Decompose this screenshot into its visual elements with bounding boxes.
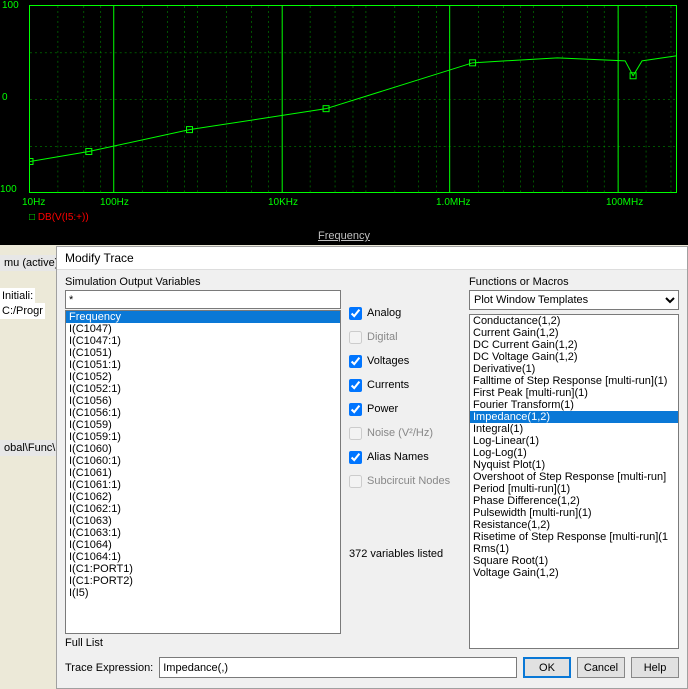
x-tick-100hz: 100Hz <box>100 197 129 208</box>
legend-marker-icon: □ <box>29 212 38 223</box>
filter-check-currents[interactable]: Currents <box>349 378 461 392</box>
function-item[interactable]: Resistance(1,2) <box>470 519 678 531</box>
filter-check-alias-names[interactable]: Alias Names <box>349 450 461 464</box>
ok-button[interactable]: OK <box>523 657 571 678</box>
checkbox[interactable] <box>349 355 362 368</box>
variable-item[interactable]: I(C1059) <box>66 419 340 431</box>
function-item[interactable]: Period [multi-run](1) <box>470 483 678 495</box>
chart-plot-area <box>29 5 677 193</box>
function-item[interactable]: Log-Linear(1) <box>470 435 678 447</box>
variable-item[interactable]: I(C1064:1) <box>66 551 340 563</box>
function-item[interactable]: DC Voltage Gain(1,2) <box>470 351 678 363</box>
function-item[interactable]: Voltage Gain(1,2) <box>470 567 678 579</box>
filter-check-digital: Digital <box>349 330 461 344</box>
variable-item[interactable]: I(C1062) <box>66 491 340 503</box>
checkbox[interactable] <box>349 451 362 464</box>
variable-item[interactable]: I(C1063) <box>66 515 340 527</box>
filter-check-power[interactable]: Power <box>349 402 461 416</box>
variable-item[interactable]: I(C1052) <box>66 371 340 383</box>
trace-expression-input[interactable] <box>159 657 517 678</box>
function-listbox[interactable]: Conductance(1,2)Current Gain(1,2)DC Curr… <box>469 314 679 649</box>
variable-item[interactable]: I(C1063:1) <box>66 527 340 539</box>
function-item[interactable]: Current Gain(1,2) <box>470 327 678 339</box>
y-tick-neg100: 100 <box>0 184 17 195</box>
x-tick-10hz: 10Hz <box>22 197 45 208</box>
variable-item[interactable]: I(C1060:1) <box>66 455 340 467</box>
checkbox[interactable] <box>349 379 362 392</box>
variable-item[interactable]: I(C1060) <box>66 443 340 455</box>
chart-panel: 100 0 100 10Hz 100Hz 10KHz 1.0MHz 100MHz… <box>0 0 688 245</box>
y-tick-0: 0 <box>2 92 8 103</box>
variable-filter-input[interactable] <box>65 290 341 309</box>
function-item[interactable]: Square Root(1) <box>470 555 678 567</box>
modify-trace-dialog: Modify Trace Simulation Output Variables… <box>56 246 688 689</box>
template-combo[interactable]: Plot Window Templates <box>469 290 679 310</box>
side-text-1: Initiali: <box>0 288 35 304</box>
variable-item[interactable]: I(C1051:1) <box>66 359 340 371</box>
function-item[interactable]: Impedance(1,2) <box>470 411 678 423</box>
variable-item[interactable]: I(C1061:1) <box>66 479 340 491</box>
variable-count: 372 variables listed <box>349 548 461 560</box>
sim-output-label: Simulation Output Variables <box>65 276 341 288</box>
filter-type-label: Full List <box>65 637 341 649</box>
function-item[interactable]: Rms(1) <box>470 543 678 555</box>
trace-expression-label: Trace Expression: <box>65 662 153 674</box>
x-tick-10khz: 10KHz <box>268 197 298 208</box>
x-tick-100mhz: 100MHz <box>606 197 643 208</box>
variable-item[interactable]: I(C1059:1) <box>66 431 340 443</box>
x-axis-label: Frequency <box>318 230 370 242</box>
variable-item[interactable]: I(C1052:1) <box>66 383 340 395</box>
side-tab-func[interactable]: obal\Func\ <box>0 440 59 456</box>
x-tick-1mhz: 1.0MHz <box>436 197 470 208</box>
function-item[interactable]: Phase Difference(1,2) <box>470 495 678 507</box>
variable-item[interactable]: I(C1:PORT1) <box>66 563 340 575</box>
checkbox <box>349 427 362 440</box>
function-item[interactable]: Nyquist Plot(1) <box>470 459 678 471</box>
function-item[interactable]: Pulsewidth [multi-run](1) <box>470 507 678 519</box>
cancel-button[interactable]: Cancel <box>577 657 625 678</box>
variable-item[interactable]: I(C1062:1) <box>66 503 340 515</box>
variable-item[interactable]: I(C1:PORT2) <box>66 575 340 587</box>
checkbox[interactable] <box>349 403 362 416</box>
filter-check-analog[interactable]: Analog <box>349 306 461 320</box>
side-text-2: C:/Progr <box>0 303 45 319</box>
variable-item[interactable]: I(C1061) <box>66 467 340 479</box>
chart-legend: □ DB(V(I5:+)) <box>29 212 89 223</box>
function-item[interactable]: DC Current Gain(1,2) <box>470 339 678 351</box>
variable-listbox[interactable]: FrequencyI(C1047)I(C1047:1)I(C1051)I(C10… <box>65 310 341 634</box>
variable-item[interactable]: I(C1064) <box>66 539 340 551</box>
function-item[interactable]: Derivative(1) <box>470 363 678 375</box>
help-button[interactable]: Help <box>631 657 679 678</box>
filter-check-noise-v-hz-: Noise (V²/Hz) <box>349 426 461 440</box>
side-tab-mu[interactable]: mu (active) <box>0 255 62 271</box>
variable-item[interactable]: I(C1056) <box>66 395 340 407</box>
functions-label: Functions or Macros <box>469 276 679 288</box>
function-item[interactable]: First Peak [multi-run](1) <box>470 387 678 399</box>
variable-item[interactable]: I(C1047:1) <box>66 335 340 347</box>
function-item[interactable]: Conductance(1,2) <box>470 315 678 327</box>
chart-svg <box>30 6 676 193</box>
variable-item[interactable]: I(C1056:1) <box>66 407 340 419</box>
function-item[interactable]: Overshoot of Step Response [multi-run] <box>470 471 678 483</box>
filter-check-voltages[interactable]: Voltages <box>349 354 461 368</box>
function-item[interactable]: Log-Log(1) <box>470 447 678 459</box>
legend-text: DB(V(I5:+)) <box>38 212 89 223</box>
filter-check-subcircuit-nodes: Subcircuit Nodes <box>349 474 461 488</box>
variable-item[interactable]: I(C1047) <box>66 323 340 335</box>
variable-item[interactable]: Frequency <box>66 311 340 323</box>
function-item[interactable]: Falltime of Step Response [multi-run](1) <box>470 375 678 387</box>
checkbox <box>349 331 362 344</box>
checkbox[interactable] <box>349 307 362 320</box>
y-tick-100: 100 <box>2 0 19 11</box>
function-item[interactable]: Integral(1) <box>470 423 678 435</box>
filter-checkbox-column: Analog Digital Voltages Currents Power Noise … <box>349 276 461 649</box>
variable-item[interactable]: I(C1051) <box>66 347 340 359</box>
checkbox <box>349 475 362 488</box>
function-item[interactable]: Risetime of Step Response [multi-run](1 <box>470 531 678 543</box>
function-item[interactable]: Fourier Transform(1) <box>470 399 678 411</box>
dialog-title: Modify Trace <box>57 247 687 270</box>
variable-item[interactable]: I(I5) <box>66 587 340 599</box>
